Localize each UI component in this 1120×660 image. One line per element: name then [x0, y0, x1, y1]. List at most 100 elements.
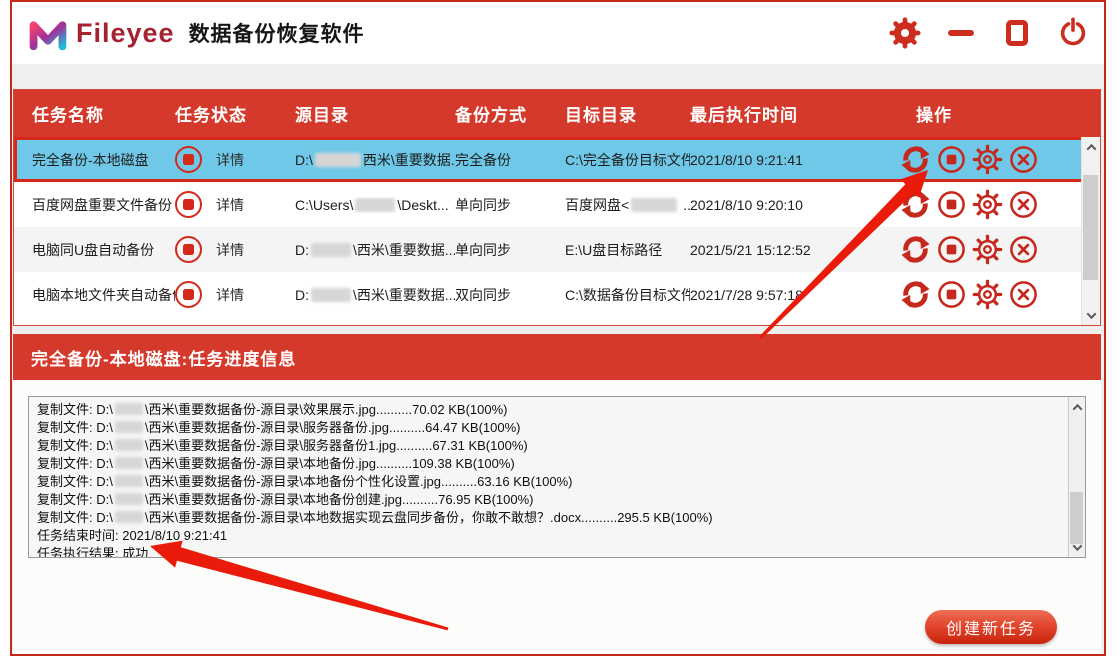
maximize-icon[interactable]: [1000, 15, 1034, 51]
source-dir-cell: D:\西米\重要数据...: [295, 150, 455, 170]
progress-panel-title: 完全备份-本地磁盘:任务进度信息: [31, 345, 296, 370]
scroll-up-icon[interactable]: [1082, 139, 1100, 155]
column-header-7: 操作: [900, 101, 1100, 126]
task-status-cell: 详情: [175, 146, 295, 173]
backup-mode-cell: 单向同步: [455, 195, 565, 215]
power-close-icon[interactable]: [1056, 15, 1090, 51]
minimize-icon[interactable]: [944, 15, 978, 51]
column-header-6: 最后执行时间: [690, 101, 900, 126]
delete-icon[interactable]: [1008, 144, 1039, 175]
last-run-time-cell: 2021/7/28 9:57:18: [690, 287, 900, 303]
task-status-cell: 详情: [175, 281, 295, 308]
settings-icon[interactable]: [972, 279, 1003, 310]
redacted-blur: [115, 421, 143, 433]
detail-link[interactable]: 详情: [216, 240, 244, 260]
log-scroll-down-icon[interactable]: [1069, 539, 1085, 555]
log-line: 复制文件: D:\\西米\重要数据备份-源目录\效果展示.jpg........…: [37, 401, 1059, 419]
task-row[interactable]: 电脑本地文件夹自动备份 详情 D:\西米\重要数据...双向同步C:\数据备份目标文…: [14, 272, 1100, 317]
column-header-5: 目标目录: [565, 101, 690, 126]
delete-icon[interactable]: [1008, 189, 1039, 220]
task-table: 任务名称任务状态源目录备份方式目标目录最后执行时间操作 完全备份-本地磁盘详情D…: [13, 89, 1101, 326]
target-dir-cell: C:\数据备份目标文件夹: [565, 285, 690, 305]
redacted-blur: [355, 198, 395, 212]
redacted-blur: [115, 475, 143, 487]
source-dir-cell: D:\西米\重要数据...: [295, 240, 455, 260]
stop-status-icon: [175, 281, 202, 308]
task-name-cell: 完全备份-本地磁盘: [32, 150, 175, 170]
source-dir-cell: D:\西米\重要数据...: [295, 285, 455, 305]
sync-icon[interactable]: [900, 189, 931, 220]
task-log-box: 复制文件: D:\\西米\重要数据备份-源目录\效果展示.jpg........…: [28, 396, 1086, 558]
settings-icon[interactable]: [972, 144, 1003, 175]
stop-icon[interactable]: [936, 144, 967, 175]
log-line: 任务执行结果: 成功: [37, 545, 1059, 558]
row-actions-cell: [900, 234, 1100, 265]
last-run-time-cell: 2021/8/10 9:20:10: [690, 197, 900, 213]
sync-icon[interactable]: [900, 144, 931, 175]
fileyee-app-window: Fileyee 数据备份恢复软件: [0, 0, 1120, 660]
redacted-blur: [115, 493, 143, 505]
column-header-1: 任务名称: [32, 101, 175, 126]
task-name-cell: 百度网盘重要文件备份: [32, 195, 175, 215]
source-dir-cell: C:\Users\\Deskt...: [295, 197, 455, 213]
detail-link[interactable]: 详情: [216, 195, 244, 215]
target-dir-cell: E:\U盘目标路径: [565, 240, 690, 260]
column-header-4: 备份方式: [455, 101, 565, 126]
stop-status-icon: [175, 191, 202, 218]
create-new-task-button[interactable]: 创建新任务: [925, 610, 1057, 644]
settings-gear-icon[interactable]: [888, 15, 922, 51]
backup-mode-cell: 完全备份: [455, 150, 565, 170]
target-dir-cell: C:\完全备份目标文件夹: [565, 150, 690, 170]
log-line: 复制文件: D:\\西米\重要数据备份-源目录\本地备份创建.jpg......…: [37, 491, 1059, 509]
log-line: 复制文件: D:\\西米\重要数据备份-源目录\服务器备份.jpg.......…: [37, 419, 1059, 437]
last-run-time-cell: 2021/5/21 15:12:52: [690, 242, 900, 258]
backup-mode-cell: 双向同步: [455, 285, 565, 305]
row-actions-cell: [900, 279, 1100, 310]
task-name-cell: 电脑本地文件夹自动备份: [32, 285, 175, 305]
settings-icon[interactable]: [972, 189, 1003, 220]
delete-icon[interactable]: [1008, 279, 1039, 310]
log-line: 复制文件: D:\\西米\重要数据备份-源目录\本地数据实现云盘同步备份，你敢不…: [37, 509, 1059, 527]
redacted-blur: [115, 403, 143, 415]
log-scroll-up-icon[interactable]: [1069, 399, 1085, 415]
redacted-blur: [311, 288, 351, 302]
fileyee-logo-icon: [28, 15, 68, 51]
log-line: 复制文件: D:\\西米\重要数据备份-源目录\服务器备份1.jpg......…: [37, 437, 1059, 455]
task-status-cell: 详情: [175, 191, 295, 218]
task-row[interactable]: 完全备份-本地磁盘 详情 D:\西米\重要数据...完全备份C:\完全备份目标文件夹…: [14, 137, 1100, 182]
stop-icon[interactable]: [936, 189, 967, 220]
column-header-3: 源目录: [295, 101, 455, 126]
settings-icon[interactable]: [972, 234, 1003, 265]
log-scrollbar[interactable]: [1068, 397, 1085, 557]
stop-icon[interactable]: [936, 234, 967, 265]
redacted-blur: [115, 511, 143, 523]
table-scrollbar[interactable]: [1081, 137, 1100, 325]
redacted-blur: [115, 457, 143, 469]
redacted-blur: [115, 439, 143, 451]
redacted-blur: [311, 243, 351, 257]
log-line: 任务结束时间: 2021/8/10 9:21:41: [37, 527, 1059, 545]
backup-mode-cell: 单向同步: [455, 240, 565, 260]
delete-icon[interactable]: [1008, 234, 1039, 265]
log-line: 复制文件: D:\\西米\重要数据备份-源目录\本地备份个性化设置.jpg...…: [37, 473, 1059, 491]
task-row[interactable]: 百度网盘重要文件备份 详情 C:\Users\\Deskt...单向同步百度网盘< …: [14, 182, 1100, 227]
target-dir-cell: 百度网盘< ...: [565, 195, 690, 215]
task-name-cell: 电脑同U盘自动备份: [32, 240, 175, 260]
log-scrollbar-thumb[interactable]: [1070, 492, 1083, 544]
stop-icon[interactable]: [936, 279, 967, 310]
table-body: 完全备份-本地磁盘详情D:\西米\重要数据...完全备份C:\完全备份目标文件夹…: [14, 137, 1100, 317]
table-header-row: 任务名称任务状态源目录备份方式目标目录最后执行时间操作: [14, 90, 1100, 137]
detail-link[interactable]: 详情: [216, 285, 244, 305]
titlebar: Fileyee 数据备份恢复软件: [12, 2, 1104, 64]
redacted-blur: [315, 153, 361, 167]
sync-icon[interactable]: [900, 234, 931, 265]
sync-icon[interactable]: [900, 279, 931, 310]
scroll-down-icon[interactable]: [1082, 307, 1100, 323]
row-actions-cell: [900, 189, 1100, 220]
task-status-cell: 详情: [175, 236, 295, 263]
task-row[interactable]: 电脑同U盘自动备份 详情 D:\西米\重要数据...单向同步E:\U盘目标路径202…: [14, 227, 1100, 272]
stop-status-icon: [175, 236, 202, 263]
app-title: 数据备份恢复软件: [189, 18, 365, 48]
detail-link[interactable]: 详情: [216, 150, 244, 170]
table-scrollbar-thumb[interactable]: [1083, 175, 1098, 280]
